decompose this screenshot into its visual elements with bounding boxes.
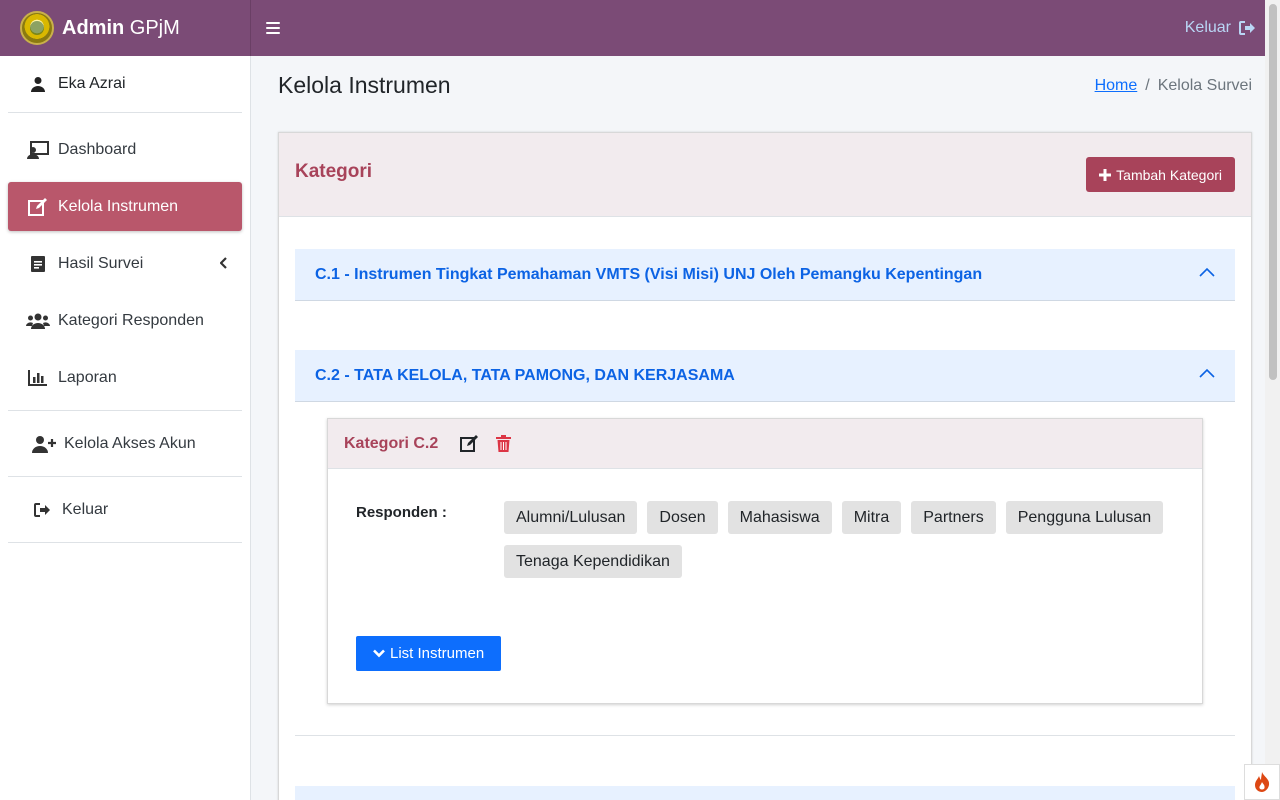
sidebar-user[interactable]: Eka Azrai <box>8 56 242 113</box>
top-navbar: Admin GPjM Keluar <box>0 0 1280 56</box>
page-title: Kelola Instrumen <box>278 72 451 98</box>
sidebar-item-label: Kategori Responden <box>58 311 204 329</box>
list-instrument-button[interactable]: List Instrumen <box>356 636 502 671</box>
accordion-header-c1[interactable]: C.1 - Instrumen Tingkat Pemahaman VMTS (… <box>295 249 1235 301</box>
accordion-header-c2[interactable]: C.2 - TATA KELOLA, TATA PAMONG, DAN KERJ… <box>295 350 1235 402</box>
accordion-header-next[interactable] <box>295 786 1235 800</box>
respondent-chip: Tenaga Kependidikan <box>504 545 682 578</box>
brand-title: Admin GPjM <box>62 16 180 39</box>
category-detail-title: Kategori C.2 <box>344 434 439 452</box>
breadcrumb-home-link[interactable]: Home <box>1095 77 1138 95</box>
file-icon <box>26 255 50 273</box>
sidebar-item-kategori-responden[interactable]: Kategori Responden <box>8 296 242 345</box>
sidebar-item-label: Keluar <box>62 500 109 518</box>
sidebar: Eka Azrai Dashboard Kelola Instrumen Has… <box>0 56 251 800</box>
sidebar-item-laporan[interactable]: Laporan <box>8 353 242 402</box>
users-icon <box>26 313 50 329</box>
sidebar-item-label: Hasil Survei <box>58 254 144 272</box>
chart-icon <box>26 369 50 386</box>
logout-link[interactable]: Keluar <box>1185 0 1256 56</box>
user-plus-icon <box>32 435 56 453</box>
chevron-down-icon <box>373 649 385 658</box>
logout-label: Keluar <box>1184 19 1231 36</box>
sidebar-item-kelola-instrumen[interactable]: Kelola Instrumen <box>8 182 242 231</box>
page-scrollbar[interactable] <box>1265 0 1280 800</box>
edit-icon <box>459 435 478 452</box>
sidebar-item-dashboard[interactable]: Dashboard <box>8 125 242 174</box>
sign-out-icon <box>1239 21 1255 35</box>
sidebar-item-label: Laporan <box>58 368 117 386</box>
respondent-chip: Dosen <box>647 501 718 534</box>
kategori-card: Kategori Tambah Kategori C.1 - Instrumen… <box>278 132 1252 800</box>
section-divider <box>295 735 1235 736</box>
sign-out-icon <box>30 502 54 517</box>
dashboard-icon <box>26 140 50 159</box>
sidebar-item-label: Dashboard <box>58 140 137 158</box>
delete-category-button[interactable] <box>490 431 516 457</box>
sidebar-item-label: Kelola Instrumen <box>58 197 179 215</box>
category-detail-card: Kategori C.2 Responden : Alumni/Lulusan … <box>327 418 1203 704</box>
edit-category-button[interactable] <box>456 431 482 457</box>
sidebar-item-kelola-akses-akun[interactable]: Kelola Akses Akun <box>8 419 242 468</box>
respondent-chip: Alumni/Lulusan <box>504 501 638 534</box>
scrollbar-thumb[interactable] <box>1269 4 1277 380</box>
breadcrumb-separator: / <box>1145 77 1150 94</box>
respondent-chips: Alumni/Lulusan Dosen Mahasiswa Mitra Par… <box>504 501 1184 578</box>
respondent-chip: Mitra <box>841 501 902 534</box>
list-instrument-label: List Instrumen <box>390 645 485 662</box>
brand-logo <box>20 11 54 45</box>
card-header: Kategori Tambah Kategori <box>279 133 1251 217</box>
edit-icon <box>26 197 50 216</box>
respondent-label: Responden : <box>356 504 447 521</box>
user-icon <box>31 77 45 92</box>
chevron-up-icon <box>1199 368 1215 378</box>
plus-icon <box>1099 168 1112 181</box>
accordion-title: C.1 - Instrumen Tingkat Pemahaman VMTS (… <box>315 266 983 283</box>
sidebar-item-keluar[interactable]: Keluar <box>8 485 242 534</box>
chevron-left-icon[interactable] <box>220 257 228 269</box>
hamburger-menu-icon[interactable] <box>266 21 280 35</box>
sidebar-item-hasil-survei[interactable]: Hasil Survei <box>8 239 242 288</box>
add-category-button[interactable]: Tambah Kategori <box>1086 157 1235 192</box>
sidebar-item-label: Kelola Akses Akun <box>64 434 196 452</box>
debug-toolbar-icon[interactable] <box>1244 764 1280 800</box>
add-category-label: Tambah Kategori <box>1116 166 1222 183</box>
respondent-chip: Mahasiswa <box>727 501 832 534</box>
sidebar-user-name: Eka Azrai <box>58 75 126 92</box>
chevron-up-icon <box>1199 267 1215 277</box>
breadcrumb-current: Kelola Survei <box>1157 77 1252 94</box>
brand[interactable]: Admin GPjM <box>0 0 251 56</box>
card-title: Kategori <box>295 161 373 182</box>
trash-icon <box>495 435 511 452</box>
respondent-chip: Partners <box>911 501 996 534</box>
category-detail-header: Kategori C.2 <box>328 419 1202 469</box>
breadcrumb: Home / Kelola Survei <box>1095 77 1252 95</box>
accordion-title: C.2 - TATA KELOLA, TATA PAMONG, DAN KERJ… <box>315 367 735 384</box>
respondent-chip: Pengguna Lulusan <box>1005 501 1164 534</box>
sidebar-divider <box>8 542 242 543</box>
